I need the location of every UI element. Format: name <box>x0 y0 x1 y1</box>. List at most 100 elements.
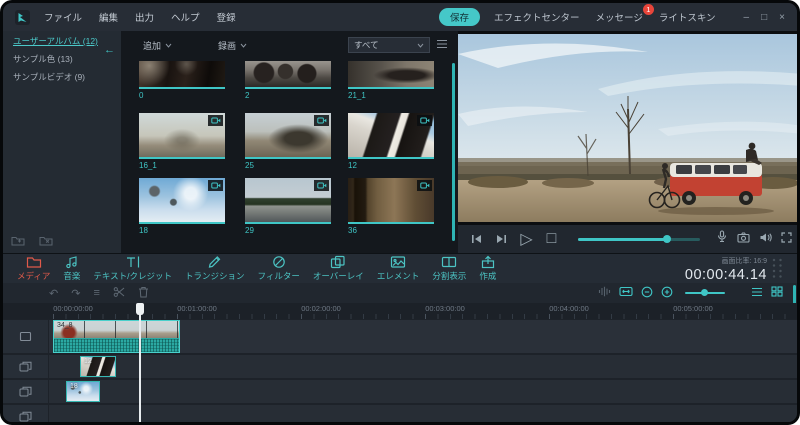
track-lane-3[interactable] <box>49 380 797 403</box>
audio-waveform-icon[interactable] <box>598 286 611 300</box>
menu-export[interactable]: 出力 <box>135 10 154 24</box>
pip-track-header[interactable] <box>3 355 48 378</box>
pip-track-header[interactable] <box>3 405 48 425</box>
menu-help[interactable]: ヘルプ <box>171 10 200 24</box>
track-list-icon[interactable] <box>751 287 763 300</box>
ruler-ticks <box>53 314 791 319</box>
menu-edit[interactable]: 編集 <box>99 10 118 24</box>
media-item-name: 18 <box>139 226 225 235</box>
media-item-name: 29 <box>245 226 331 235</box>
collapse-sidebar-icon[interactable]: ← <box>104 44 115 56</box>
tab-label: メディア <box>17 270 50 282</box>
panel-resize-grip[interactable] <box>772 258 785 280</box>
list-view-icon[interactable] <box>436 39 448 51</box>
track-lane-4[interactable] <box>49 405 797 425</box>
media-thumbnail[interactable] <box>245 113 331 159</box>
video-camera-icon <box>417 180 432 191</box>
record-dropdown[interactable]: 録画 <box>218 39 247 52</box>
tab-transition[interactable]: トランジション <box>185 255 245 282</box>
media-item[interactable]: 2 <box>245 61 331 100</box>
playhead-handle[interactable] <box>136 303 144 315</box>
tab-overlay[interactable]: オーバーレイ <box>313 255 364 282</box>
sidebar-item-sample-videos[interactable]: サンプルビデオ (9) <box>3 67 121 85</box>
track-manage-icon[interactable]: ≡ <box>93 287 99 299</box>
menu-file[interactable]: ファイル <box>44 10 82 24</box>
menu-register[interactable]: 登録 <box>217 10 236 24</box>
messages-label: メッセージ <box>596 13 643 24</box>
seek-slider[interactable] <box>578 238 700 241</box>
media-filter-select[interactable]: すべて <box>348 37 430 53</box>
timeline-zoom-handle[interactable] <box>701 289 708 296</box>
tab-create[interactable]: 作成 <box>479 255 496 282</box>
previous-frame-button[interactable] <box>464 231 489 247</box>
add-media-label: 追加 <box>143 39 161 52</box>
light-skin-button[interactable]: ライトスキン <box>659 10 716 24</box>
video-track-header[interactable] <box>3 320 48 353</box>
video-camera-icon <box>314 180 329 191</box>
media-thumbnail[interactable] <box>139 178 225 224</box>
media-thumbnail[interactable] <box>348 61 434 89</box>
save-button[interactable]: 保存 <box>439 8 480 26</box>
tab-text-credit[interactable]: テキスト/クレジット <box>93 255 172 282</box>
media-item-name: 2 <box>245 91 331 100</box>
zoom-fit-icon[interactable] <box>619 286 633 300</box>
next-frame-button[interactable] <box>489 231 514 247</box>
volume-icon[interactable] <box>759 230 772 248</box>
media-item[interactable]: 16_1 <box>139 113 225 170</box>
grid-view-icon[interactable] <box>771 286 783 300</box>
delete-folder-icon[interactable] <box>39 235 53 248</box>
playhead-line[interactable] <box>139 303 141 425</box>
tab-label: トランジション <box>185 270 245 282</box>
media-item[interactable]: 0 <box>139 61 225 100</box>
timeline-edit-tools: ↶ ↷ ≡ <box>49 286 149 301</box>
media-thumbnail[interactable] <box>348 178 434 224</box>
fullscreen-icon[interactable] <box>781 230 792 248</box>
maximize-button[interactable]: □ <box>761 12 767 23</box>
timeline-zoom-slider[interactable] <box>685 292 725 295</box>
close-button[interactable]: × <box>779 12 785 23</box>
media-item[interactable]: 18 <box>139 178 225 235</box>
tab-split-screen[interactable]: 分割表示 <box>432 255 466 282</box>
chevron-down-icon <box>165 43 172 48</box>
media-item-name: 21_1 <box>348 91 434 100</box>
tab-media[interactable]: メディア <box>17 255 50 282</box>
timeline-clip[interactable]: 12 <box>80 356 116 377</box>
timeline-ruler[interactable]: 00:00:00:00 00:01:00:00 00:02:00:00 00:0… <box>3 303 797 319</box>
stop-button[interactable]: □ <box>539 231 564 247</box>
media-item[interactable]: 29 <box>245 178 331 235</box>
tab-filter[interactable]: フィルター <box>258 255 300 282</box>
media-item[interactable]: 36 <box>348 178 434 235</box>
timeline-clip[interactable]: 34_8 <box>53 320 180 353</box>
minimize-button[interactable]: – <box>744 12 750 23</box>
zoom-out-icon[interactable] <box>641 286 653 301</box>
track-lane-2[interactable] <box>49 355 797 378</box>
media-thumbnail[interactable] <box>139 113 225 159</box>
chevron-down-icon <box>417 43 424 48</box>
split-scissors-icon[interactable] <box>113 286 125 301</box>
library-scrollbar[interactable] <box>452 63 455 241</box>
delete-icon[interactable] <box>138 286 149 301</box>
undo-icon[interactable]: ↶ <box>49 287 58 300</box>
media-thumbnail[interactable] <box>139 61 225 89</box>
zoom-in-icon[interactable] <box>661 286 673 301</box>
media-thumbnail[interactable] <box>348 113 434 159</box>
media-item[interactable]: 21_1 <box>348 61 434 100</box>
preview-video-frame[interactable] <box>458 34 800 222</box>
tab-music[interactable]: 音楽 <box>63 255 80 282</box>
add-media-dropdown[interactable]: 追加 <box>143 39 172 52</box>
microphone-icon[interactable] <box>716 230 728 248</box>
tab-elements[interactable]: エレメント <box>377 255 420 282</box>
effect-center-button[interactable]: エフェクトセンター <box>494 10 580 24</box>
pip-track-header[interactable] <box>3 380 48 403</box>
play-button[interactable]: ▷ <box>514 231 539 247</box>
snapshot-camera-icon[interactable] <box>737 230 750 248</box>
media-thumbnail[interactable] <box>245 178 331 224</box>
media-item[interactable]: 25 <box>245 113 331 170</box>
redo-icon[interactable]: ↷ <box>71 287 80 300</box>
timeline-clip[interactable]: 18 <box>66 381 100 402</box>
seek-slider-handle[interactable] <box>663 235 671 243</box>
messages-button[interactable]: メッセージ 1 <box>596 10 643 24</box>
media-thumbnail[interactable] <box>245 61 331 89</box>
media-item[interactable]: 12 <box>348 113 434 170</box>
add-folder-icon[interactable] <box>11 235 25 248</box>
